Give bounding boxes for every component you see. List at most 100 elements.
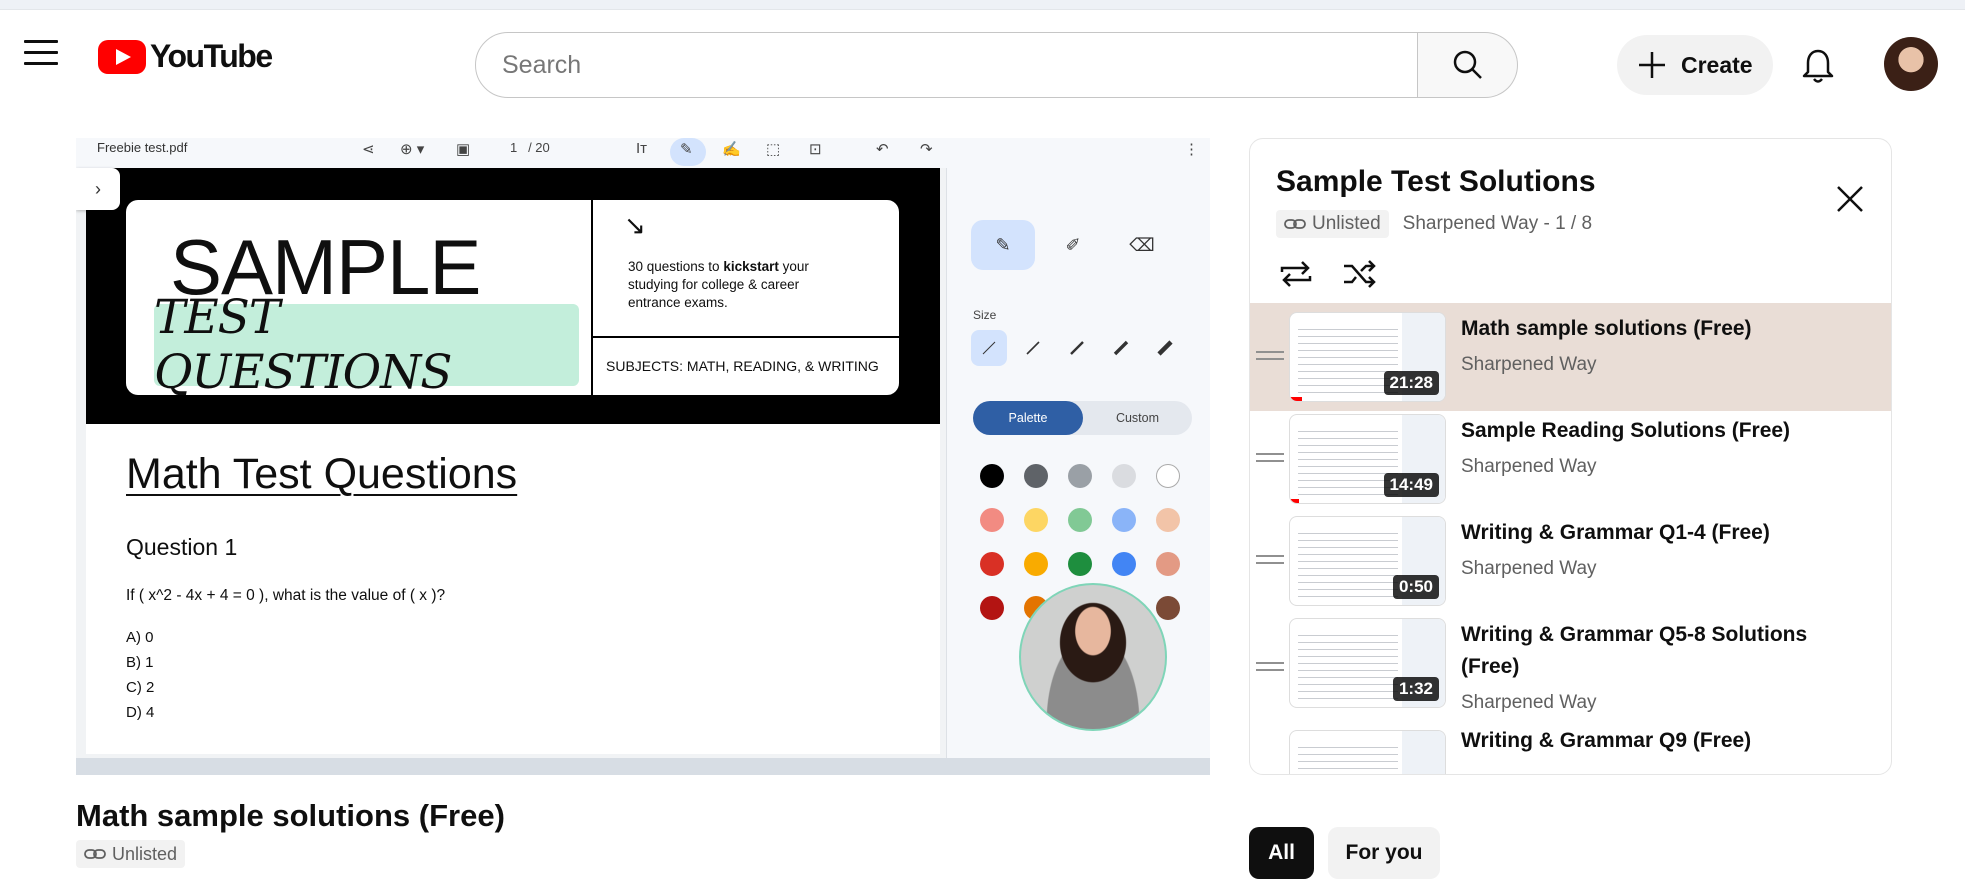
banner-subjects: SUBJECTS: MATH, READING, & WRITING <box>606 358 879 374</box>
color-swatch <box>1024 464 1048 488</box>
item-channel: Sharpened Way <box>1461 456 1597 477</box>
color-swatch <box>1156 464 1180 488</box>
duration-badge: 0:50 <box>1392 575 1439 599</box>
create-label: Create <box>1681 51 1753 78</box>
duration-badge: 1:32 <box>1392 677 1439 701</box>
playlist-item[interactable]: Writing & Grammar Q9 (Free) <box>1250 721 1891 774</box>
playlist-panel: Sample Test Solutions Unlisted Sharpened… <box>1249 138 1892 775</box>
palette-toggle: Palette Custom <box>973 401 1192 435</box>
playlist-item[interactable]: 14:49 Sample Reading Solutions (Free) Sh… <box>1250 405 1891 513</box>
text-tool-icon: Ιт <box>636 140 648 157</box>
size-2-icon <box>1015 330 1051 366</box>
color-swatch <box>1156 596 1180 620</box>
pen-tool-icon: ✎ <box>680 141 693 158</box>
item-title[interactable]: Writing & Grammar Q9 (Free) <box>1461 725 1861 757</box>
share-icon: ⋖ <box>362 141 375 158</box>
size-4-icon <box>1103 330 1139 366</box>
color-swatch <box>980 596 1004 620</box>
chip-all[interactable]: All <box>1249 827 1314 879</box>
item-title[interactable]: Writing & Grammar Q5-8 Solutions (Free) <box>1461 619 1861 683</box>
signature-icon: ✍ <box>722 141 741 158</box>
item-channel: Sharpened Way <box>1461 354 1597 375</box>
item-channel: Sharpened Way <box>1461 558 1597 579</box>
browser-strip <box>0 0 1965 10</box>
item-title[interactable]: Writing & Grammar Q1-4 (Free) <box>1461 517 1861 549</box>
create-button[interactable]: Create <box>1617 35 1773 95</box>
loop-icon[interactable] <box>1274 254 1318 294</box>
color-swatch <box>1068 552 1092 576</box>
video-thumbnail[interactable]: 14:49 <box>1289 414 1446 504</box>
color-swatch <box>980 508 1004 532</box>
color-swatch <box>980 464 1004 488</box>
size-label: Size <box>973 308 997 322</box>
eraser-icon: ⌫ <box>1129 234 1155 255</box>
page-indicator: 1 / 20 <box>510 140 550 155</box>
drag-handle-icon[interactable] <box>1256 662 1284 676</box>
color-swatch <box>1156 552 1180 576</box>
search-box <box>475 32 1418 98</box>
color-swatch <box>1156 508 1180 532</box>
search-button[interactable] <box>1418 32 1518 98</box>
pdf-toolbar: Freebie test.pdf ⋖ ⊕ ▾ ▣ 1 / 20 Ιт ✎ ✍ ⬚… <box>76 138 1210 168</box>
link-icon <box>84 849 106 859</box>
question-label: Question 1 <box>126 534 238 560</box>
drag-handle-icon[interactable] <box>1256 453 1284 467</box>
size-3-icon <box>1059 330 1095 366</box>
shuffle-icon[interactable] <box>1338 254 1382 294</box>
highlighter-icon: ✐ <box>1065 234 1081 255</box>
undo-icon: ↶ <box>876 141 889 158</box>
notifications-bell-icon[interactable] <box>1798 46 1838 86</box>
unlisted-badge: Unlisted <box>76 840 186 868</box>
playlist-item[interactable]: 0:50 Writing & Grammar Q1-4 (Free) Sharp… <box>1250 507 1891 615</box>
duration-badge: 21:28 <box>1383 371 1439 395</box>
color-swatch <box>1112 464 1136 488</box>
logo-text: YouTube <box>150 38 273 74</box>
playlist-meta: Unlisted Sharpened Way - 1 / 8 <box>1276 210 1592 238</box>
color-swatch <box>1112 552 1136 576</box>
answer-option: B) 1 <box>126 654 154 671</box>
answer-option: A) 0 <box>126 629 154 646</box>
link-icon <box>1284 219 1306 229</box>
drag-handle-icon[interactable] <box>1256 555 1284 569</box>
playlist-title[interactable]: Sample Test Solutions <box>1276 165 1596 199</box>
pdf-filename: Freebie test.pdf <box>97 140 188 155</box>
pen-icon: ✎ <box>971 220 1035 270</box>
drag-handle-icon[interactable] <box>1256 351 1284 365</box>
playlist-channel-position[interactable]: Sharpened Way - 1 / 8 <box>1403 213 1592 235</box>
playlist-unlisted-badge: Unlisted <box>1276 210 1389 238</box>
item-title[interactable]: Sample Reading Solutions (Free) <box>1461 415 1861 447</box>
item-channel: Sharpened Way <box>1461 692 1597 713</box>
item-title[interactable]: Math sample solutions (Free) <box>1461 313 1861 345</box>
custom-tab: Custom <box>1115 411 1160 425</box>
duration-badge: 14:49 <box>1383 473 1439 497</box>
video-thumbnail[interactable]: 0:50 <box>1289 516 1446 606</box>
capture-icon: ⊡ <box>809 141 822 158</box>
video-player[interactable]: Freebie test.pdf ⋖ ⊕ ▾ ▣ 1 / 20 Ιт ✎ ✍ ⬚… <box>76 138 1210 775</box>
select-icon: ⬚ <box>766 141 781 158</box>
title-banner: SAMPLE TEST QUESTIONS ↘ 30 questions to … <box>86 168 940 424</box>
youtube-play-icon <box>98 39 146 74</box>
question-text: If ( x^2 - 4x + 4 = 0 ), what is the val… <box>126 587 446 604</box>
video-thumbnail[interactable]: 21:28 <box>1289 312 1446 402</box>
color-swatch <box>1024 552 1048 576</box>
video-thumbnail[interactable]: 1:32 <box>1289 618 1446 708</box>
color-swatch <box>1024 508 1048 532</box>
color-swatch <box>980 552 1004 576</box>
size-5-icon <box>1147 330 1183 366</box>
youtube-logo[interactable]: YouTube <box>98 38 273 75</box>
account-avatar[interactable] <box>1884 37 1938 91</box>
unlisted-label: Unlisted <box>112 843 178 864</box>
answer-option: D) 4 <box>126 704 155 721</box>
chip-for-you[interactable]: For you <box>1328 827 1440 879</box>
close-icon[interactable] <box>1832 181 1868 217</box>
menu-icon[interactable] <box>24 40 58 68</box>
doc-heading: Math Test Questions <box>126 450 518 498</box>
playlist-item[interactable]: 21:28 Math sample solutions (Free) Sharp… <box>1250 303 1891 411</box>
search-input[interactable] <box>502 50 1417 80</box>
redo-icon: ↷ <box>920 141 933 158</box>
pdf-page: Math Test Questions Question 1 If ( x^2 … <box>86 424 940 754</box>
arrow-down-right-icon: ↘ <box>624 210 646 240</box>
video-thumbnail[interactable] <box>1289 730 1446 774</box>
banner-card: SAMPLE TEST QUESTIONS ↘ 30 questions to … <box>126 200 899 395</box>
playlist-item[interactable]: 1:32 Writing & Grammar Q5-8 Solutions (F… <box>1250 609 1891 727</box>
